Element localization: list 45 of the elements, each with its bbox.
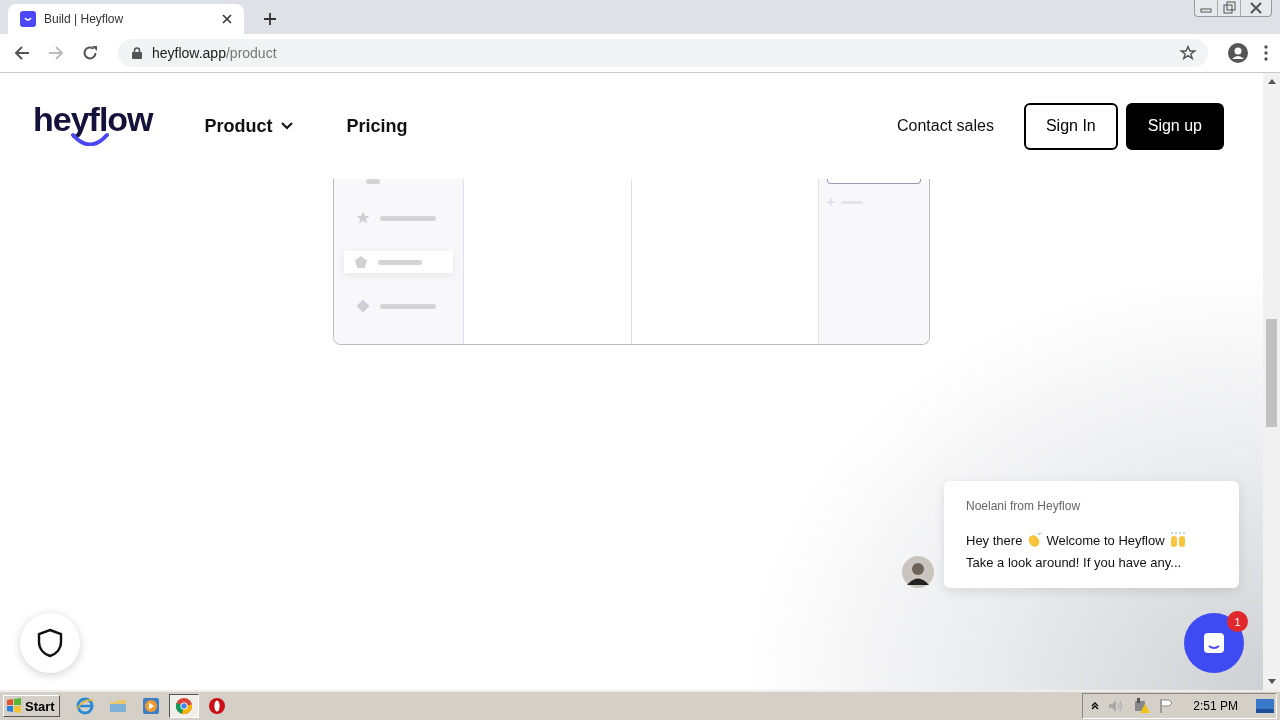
shield-icon <box>37 628 63 658</box>
close-icon[interactable] <box>222 14 232 24</box>
sign-in-button[interactable]: Sign In <box>1023 102 1118 150</box>
waving-hand-icon <box>1026 532 1043 548</box>
chevron-down-icon <box>280 122 293 130</box>
nav-link[interactable]: Pricing <box>346 115 408 137</box>
chrome-icon <box>174 697 193 715</box>
reload-icon[interactable] <box>82 45 98 61</box>
taskbar-button[interactable] <box>168 694 199 718</box>
media-player-icon[interactable] <box>141 697 160 715</box>
chat-launcher-button[interactable] <box>1184 613 1244 673</box>
back-icon[interactable] <box>14 45 30 61</box>
scroll-up-icon[interactable] <box>1267 79 1276 84</box>
address-bar[interactable]: heyflow.app/product <box>118 39 1208 67</box>
sign-up-button[interactable]: Sign up <box>1125 102 1224 150</box>
raised-hands-icon <box>1168 532 1187 548</box>
nav-link[interactable]: Product <box>204 115 293 137</box>
tab-title: Build | Heyflow <box>44 12 125 26</box>
notification-badge: 1 <box>1227 611 1248 632</box>
chevron-up-icon[interactable] <box>1091 702 1100 710</box>
network-warning-icon[interactable] <box>1133 698 1152 714</box>
new-tab-icon[interactable] <box>264 13 276 25</box>
opera-icon[interactable] <box>207 697 226 715</box>
privacy-button[interactable] <box>20 613 80 673</box>
start-button[interactable]: Start <box>3 695 60 717</box>
browser-tab[interactable]: Build | Heyflow <box>8 4 244 34</box>
scroll-down-icon[interactable] <box>1267 679 1276 684</box>
message-text: Hey there <box>966 532 1023 548</box>
star-icon[interactable] <box>1180 45 1196 61</box>
avatar <box>902 556 934 588</box>
sender-name: Noelani from Heyflow <box>966 499 1082 513</box>
profile-icon[interactable] <box>1228 43 1248 63</box>
clock-time: 2:51 PM <box>1193 699 1238 713</box>
menu-icon[interactable] <box>1264 45 1268 61</box>
windows-logo-icon <box>6 698 22 714</box>
url-text: heyflow.app/product <box>152 45 278 61</box>
lock-icon <box>132 47 142 59</box>
message-text: Take a look around! If you have any... <box>966 553 1183 572</box>
site-icon <box>20 11 36 27</box>
scrollbar-thumb[interactable] <box>1266 319 1277 427</box>
chat-message-card[interactable]: Noelani from Heyflow Hey there Welcome to Heyflow Take a look around! If you have any... <box>944 481 1239 588</box>
scrollbar[interactable] <box>1263 73 1280 690</box>
chat-icon <box>1202 631 1226 655</box>
message-text: Welcome to Heyflow <box>1046 532 1165 548</box>
contact-sales-link[interactable]: Contact sales <box>897 117 994 135</box>
